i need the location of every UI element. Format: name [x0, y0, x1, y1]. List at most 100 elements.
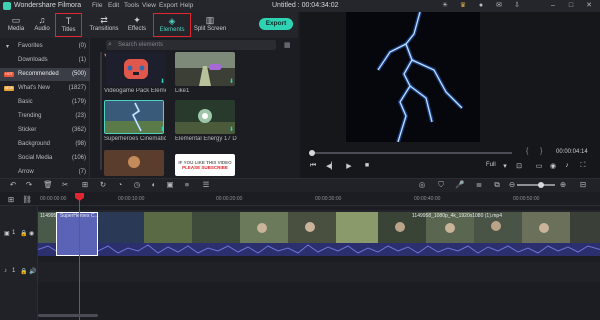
chevron-down-icon[interactable]: ▾	[6, 43, 9, 50]
sidebar-item-category[interactable]: ▾ Favorites (0)	[0, 40, 90, 53]
eye-icon[interactable]: ◉	[29, 230, 34, 237]
sidebar-item-category[interactable]: NEW What's New (1827)	[0, 82, 90, 95]
menu-help[interactable]: Help	[180, 2, 193, 9]
download-icon[interactable]: ⇩	[513, 2, 521, 10]
zoom-out-icon[interactable]: ⊖	[507, 180, 517, 190]
clip-filmstrip	[38, 212, 600, 243]
playhead[interactable]	[79, 200, 80, 320]
download-icon[interactable]: ⬇	[229, 78, 234, 85]
audio-waveform[interactable]	[37, 243, 600, 256]
cut-icon[interactable]: ✂	[60, 180, 70, 190]
subscribe-line-2: PLEASE SUBSCRIBE	[182, 165, 228, 170]
audio-track-icon: ♪	[4, 268, 7, 274]
step-back-icon[interactable]: ◀▏	[326, 162, 337, 170]
tab-transitions[interactable]: ⇄ Transitions	[86, 13, 122, 37]
fit-timeline-icon[interactable]: ⊟	[578, 180, 588, 190]
stop-icon[interactable]: ■	[362, 162, 372, 169]
duration-icon[interactable]: ◷	[132, 180, 142, 190]
mark-in-button[interactable]: {	[526, 148, 528, 155]
sidebar-item-category[interactable]: Basic (179)	[0, 96, 90, 109]
close-icon[interactable]: ✕	[585, 2, 593, 10]
chevron-down-icon[interactable]: ▾	[500, 162, 510, 170]
sidebar-item-category[interactable]: HOT Recommended (500)	[0, 68, 90, 81]
timeline-scrollbar[interactable]	[38, 314, 98, 317]
scrollbar[interactable]	[100, 52, 102, 170]
undo-icon[interactable]: ↶	[8, 180, 18, 190]
element-thumb-like[interactable]	[175, 52, 235, 86]
marker-icon[interactable]: ⛉	[436, 180, 446, 190]
audio-mix-icon[interactable]: ≡	[182, 180, 192, 190]
mail-icon[interactable]: ✉	[495, 2, 503, 10]
export-button[interactable]: Export	[259, 18, 293, 30]
zoom-in-icon[interactable]: ⊕	[558, 180, 568, 190]
tab-audio[interactable]: ♫ Audio	[27, 13, 57, 37]
preview-seekbar[interactable]	[312, 152, 512, 154]
video-preview[interactable]	[346, 12, 480, 142]
lock-icon[interactable]: 🔒	[20, 230, 27, 237]
link-icon[interactable]: ⛓	[22, 195, 32, 205]
filmora-logo-icon	[3, 2, 11, 10]
download-icon[interactable]: ⬇	[160, 78, 165, 85]
redo-icon[interactable]: ↷	[24, 180, 34, 190]
color-icon[interactable]: ◐	[149, 180, 159, 190]
sidebar-item-category[interactable]: Social Media (106)	[0, 152, 90, 165]
sidebar-item-category[interactable]: Downloads (1)	[0, 54, 90, 67]
sidebar-item-category[interactable]: Background (98)	[0, 138, 90, 151]
adjust-icon[interactable]: ☰	[201, 180, 211, 190]
tab-titles[interactable]: T Titles	[55, 13, 82, 37]
volume-icon[interactable]: ♪	[562, 162, 572, 169]
snap-icon[interactable]: ⧉	[492, 180, 502, 190]
snapshot-icon[interactable]: ◉	[548, 162, 558, 170]
rotate-icon[interactable]: ↻	[98, 180, 108, 190]
menu-tools[interactable]: Tools	[124, 2, 139, 9]
menu-view[interactable]: View	[142, 2, 156, 9]
sidebar-item-category[interactable]: Trending (23)	[0, 110, 90, 123]
menu-export[interactable]: Export	[159, 2, 178, 9]
element-thumb-5[interactable]	[104, 150, 164, 176]
download-icon[interactable]: ⬇	[160, 126, 165, 133]
green-screen-icon[interactable]: ▣	[165, 180, 175, 190]
speed-icon[interactable]: ◔	[115, 180, 125, 190]
video-clip[interactable]	[38, 212, 600, 243]
render-icon[interactable]: ◎	[417, 180, 427, 190]
menu-file[interactable]: File	[92, 2, 102, 9]
lock-icon[interactable]: 🔒	[20, 268, 27, 275]
element-thumb-videogame[interactable]	[106, 52, 166, 86]
element-thumb-elemental[interactable]	[175, 100, 235, 134]
fullscreen-icon[interactable]: ⛶	[578, 162, 588, 170]
element-thumb-subscribe[interactable]: IF YOU LIKE THIS VIDEO PLEASE SUBSCRIBE	[175, 154, 235, 176]
play-icon[interactable]: ▶	[344, 162, 354, 170]
quality-select[interactable]: Full	[486, 162, 496, 168]
element-thumb-superheroes[interactable]	[104, 100, 164, 134]
crop-icon[interactable]: ⊞	[80, 180, 90, 190]
tab-elements[interactable]: ◈ Elements	[153, 13, 191, 37]
download-icon[interactable]: ⬇	[229, 126, 234, 133]
tab-split-screen[interactable]: ▥ Split Screen	[193, 13, 227, 37]
add-track-icon[interactable]: ⊞	[6, 195, 16, 205]
timeline-ruler[interactable]	[0, 192, 600, 206]
category-badge: NEW	[4, 86, 14, 91]
zoom-slider[interactable]	[517, 184, 555, 186]
search-input[interactable]: Search elements	[118, 41, 268, 49]
grid-view-icon[interactable]: ▦	[284, 41, 291, 49]
seek-handle[interactable]	[309, 150, 315, 156]
maximize-icon[interactable]: □	[567, 2, 575, 10]
prev-frame-icon[interactable]: ⏮	[308, 162, 318, 170]
account-icon[interactable]: ●	[477, 2, 485, 10]
crown-icon[interactable]: ♛	[459, 2, 467, 10]
speaker-icon[interactable]: 🔊	[29, 268, 36, 275]
zoom-handle[interactable]	[538, 182, 544, 188]
fit-screen-icon[interactable]: ⊡	[514, 162, 524, 170]
bulb-icon[interactable]: ☀	[441, 2, 449, 10]
sidebar-item-category[interactable]: Sticker (362)	[0, 124, 90, 137]
mark-out-button[interactable]: }	[540, 148, 542, 155]
voiceover-icon[interactable]: ≣	[474, 180, 484, 190]
mic-icon[interactable]: 🎤	[455, 180, 465, 190]
monitor-icon[interactable]: ▭	[534, 162, 544, 170]
category-count: (179)	[71, 99, 86, 105]
delete-icon[interactable]: 🗑	[43, 180, 53, 190]
menu-edit[interactable]: Edit	[108, 2, 119, 9]
minimize-icon[interactable]: –	[549, 2, 557, 10]
video-track-icon: ▣	[4, 231, 10, 237]
tab-effects[interactable]: ✦ Effects	[122, 13, 152, 37]
